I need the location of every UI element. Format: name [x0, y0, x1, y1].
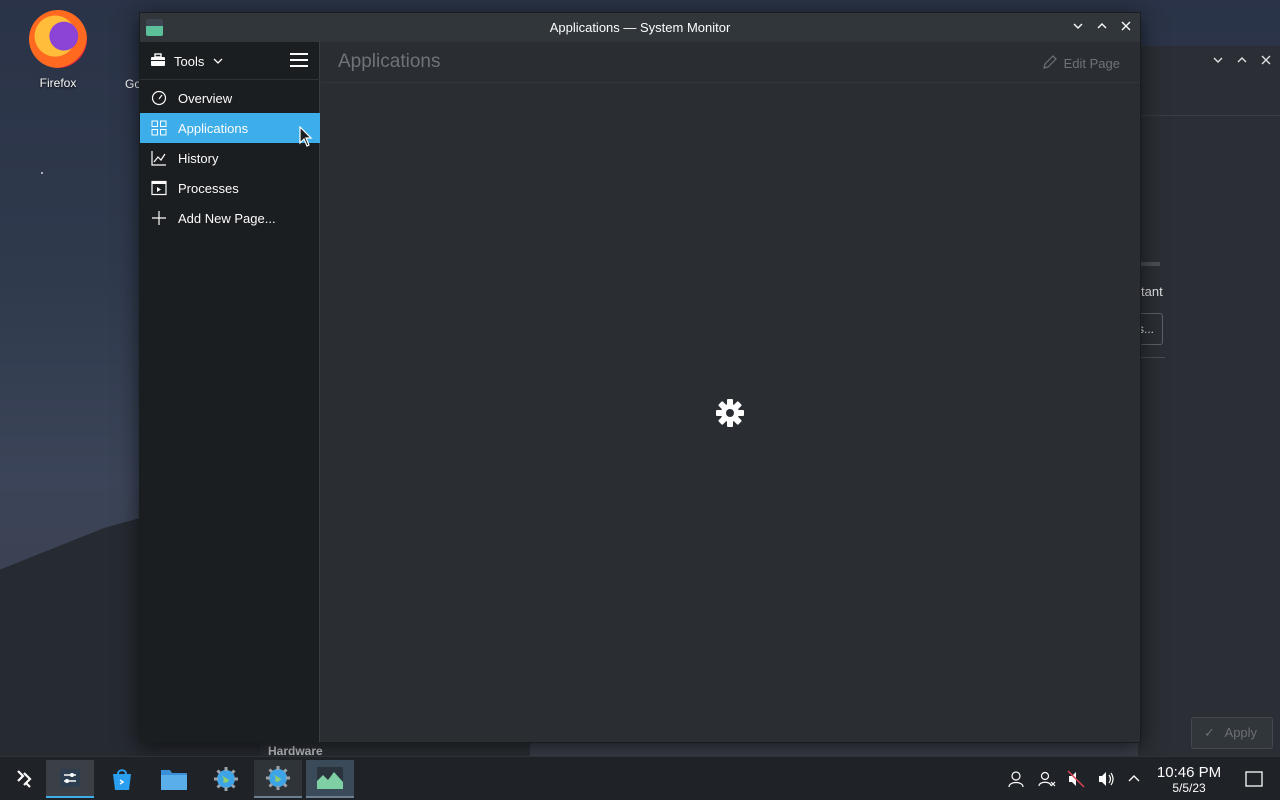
apply-button[interactable]: ✓ Apply [1191, 717, 1273, 749]
edit-page-label: Edit Page [1063, 56, 1120, 71]
close-icon[interactable] [1117, 19, 1135, 37]
sidebar-nav: Overview Applications History Processes [140, 83, 320, 233]
audio-muted-icon[interactable] [1066, 769, 1086, 789]
app-launcher-icon [17, 770, 32, 788]
grid-icon [150, 119, 168, 137]
clock-date: 5/5/23 [1172, 781, 1206, 795]
sidebar-item-label: Processes [178, 180, 239, 196]
minimize-icon[interactable] [1069, 19, 1087, 37]
chart-icon [150, 149, 168, 167]
speedometer-icon [150, 89, 168, 107]
browser-icon-2 [266, 766, 290, 790]
sidebar-item-label: Applications [178, 120, 249, 136]
background-partial-button[interactable]: s... [1138, 313, 1163, 345]
tools-label: Tools [174, 53, 205, 69]
taskbar-settings-button[interactable] [46, 760, 94, 798]
user-switch-icon[interactable] [1037, 769, 1057, 789]
sidebar: Tools Overview Applications History Proc… [140, 42, 320, 742]
plus-icon [150, 209, 168, 227]
taskbar: 10:46 PM 5/5/23 [0, 756, 1280, 800]
process-window-icon [150, 179, 168, 197]
check-icon: ✓ [1204, 725, 1215, 740]
clock[interactable]: 10:46 PM 5/5/23 [1150, 764, 1228, 795]
desktop-icon-label: Firefox [39, 76, 77, 90]
tools-menu-button[interactable]: Tools [150, 50, 224, 72]
background-separator [1138, 357, 1165, 358]
background-slider[interactable] [1138, 262, 1160, 266]
app-launcher-button[interactable] [0, 760, 48, 798]
toolbox-icon [150, 52, 166, 70]
system-monitor-icon [317, 767, 343, 789]
loading-gear-icon [716, 399, 744, 427]
system-monitor-app-icon[interactable] [146, 19, 163, 36]
sidebar-item-label: Overview [178, 90, 233, 106]
sidebar-item-processes[interactable]: Processes [140, 173, 320, 203]
chevron-down-icon [212, 54, 224, 69]
window-title: Applications — System Monitor [549, 20, 731, 35]
hardware-section-label: Hardware [260, 742, 530, 756]
show-desktop-icon[interactable] [1244, 769, 1264, 789]
background-partial-text: tant [1141, 284, 1163, 299]
page-title: Applications [338, 51, 441, 72]
tray-expand-chevron-up-icon[interactable] [1124, 769, 1144, 789]
main-content: Applications Edit Page [321, 42, 1140, 742]
wallpaper-star [41, 172, 43, 174]
maximize-icon[interactable] [1093, 19, 1111, 37]
system-monitor-window[interactable]: Applications — System Monitor Tools Over… [139, 12, 1141, 743]
background-window-titlebar[interactable] [1138, 46, 1280, 116]
taskbar-discover-button[interactable] [98, 760, 146, 798]
apply-button-label: Apply [1224, 725, 1258, 740]
file-manager-icon [161, 770, 187, 790]
background-window[interactable]: tant s... [1138, 46, 1280, 756]
pencil-icon [1042, 54, 1058, 73]
window-titlebar[interactable]: Applications — System Monitor [140, 13, 1140, 42]
close-icon[interactable] [1258, 54, 1274, 70]
discover-icon [113, 769, 131, 790]
maximize-icon[interactable] [1234, 54, 1250, 70]
minimize-icon[interactable] [1210, 54, 1226, 70]
sidebar-item-label: Add New Page... [178, 210, 276, 226]
clock-time: 10:46 PM [1156, 764, 1222, 781]
volume-icon[interactable] [1096, 769, 1116, 789]
browser-icon [214, 767, 238, 791]
sidebar-item-add-new-page[interactable]: Add New Page... [140, 203, 320, 233]
user-icon[interactable] [1006, 769, 1026, 789]
taskbar-browser-button-2[interactable] [254, 760, 302, 798]
firefox-icon [29, 10, 87, 68]
taskbar-browser-button[interactable] [202, 760, 250, 798]
page-header: Applications Edit Page [321, 42, 1140, 83]
settings-icon [60, 769, 80, 787]
sidebar-item-applications[interactable]: Applications [140, 113, 320, 143]
taskbar-file-manager-button[interactable] [150, 760, 198, 798]
sidebar-item-label: History [178, 150, 219, 166]
sidebar-toolbar: Tools [140, 42, 320, 80]
sidebar-item-overview[interactable]: Overview [140, 83, 320, 113]
mouse-cursor-icon [299, 126, 313, 147]
hamburger-menu-icon[interactable] [290, 53, 308, 67]
sidebar-item-history[interactable]: History [140, 143, 320, 173]
desktop-icon-firefox[interactable]: Firefox [20, 10, 96, 90]
taskbar-system-monitor-button[interactable] [306, 760, 354, 798]
edit-page-button[interactable]: Edit Page [1042, 54, 1120, 73]
